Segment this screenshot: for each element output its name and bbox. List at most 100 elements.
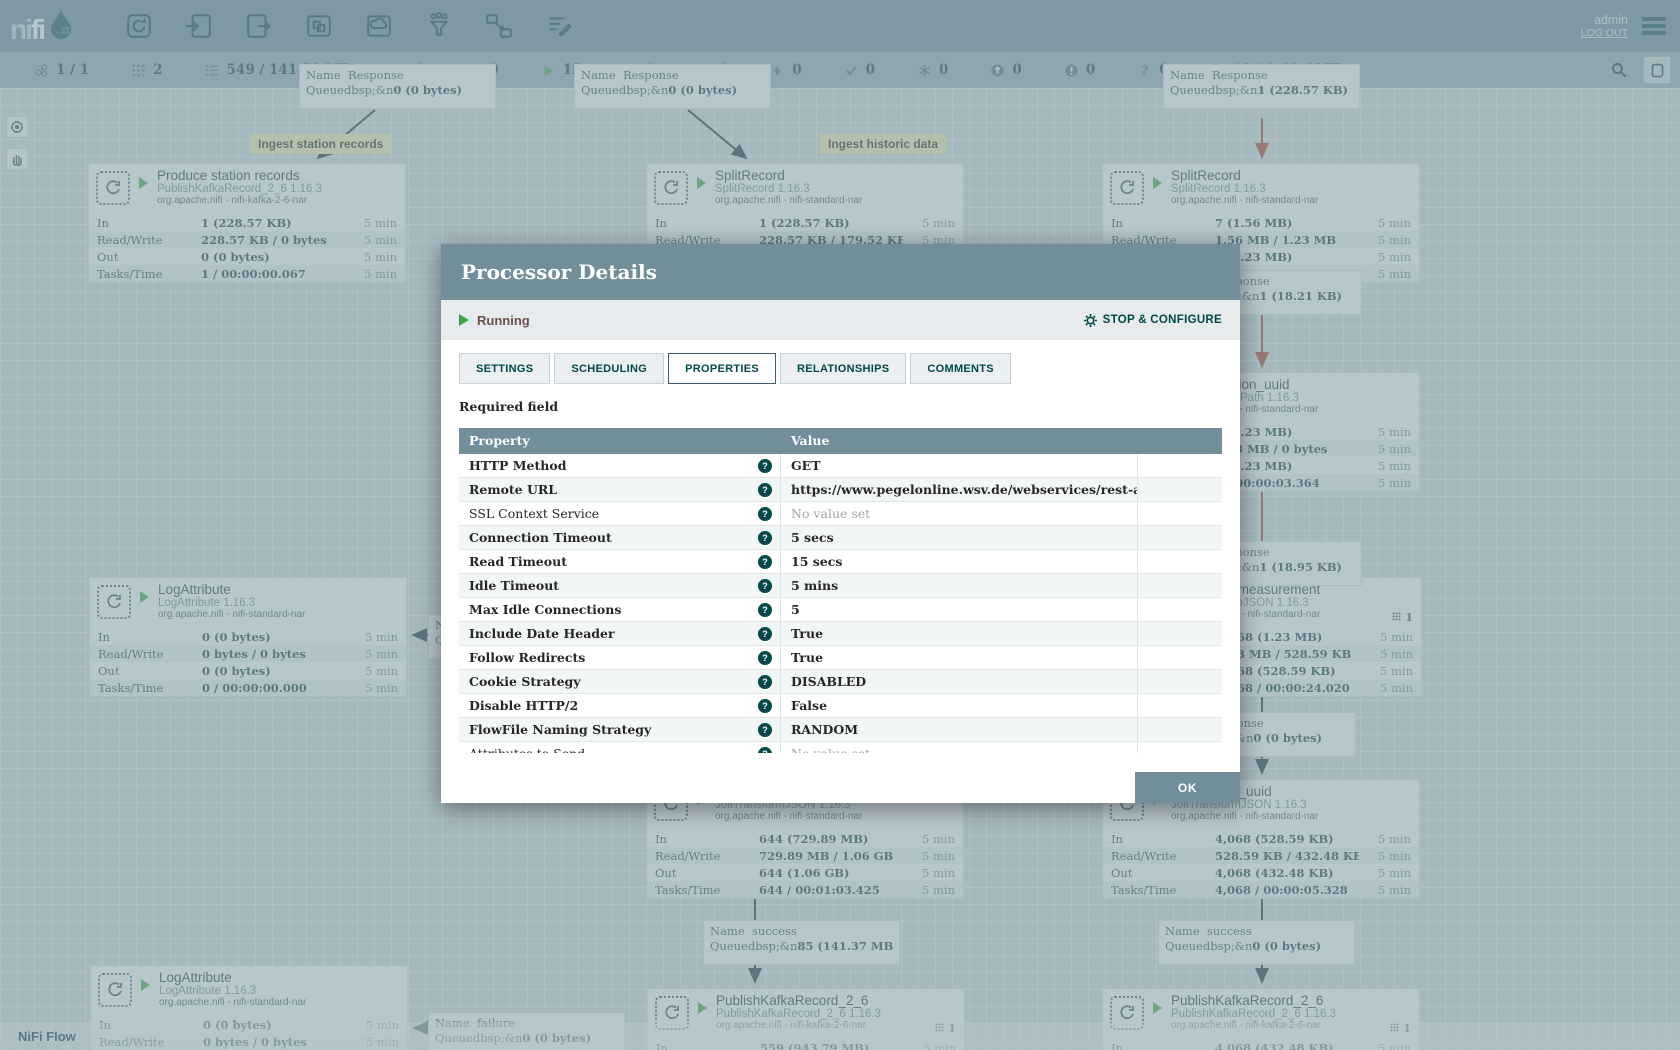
threads-icon xyxy=(131,63,146,78)
processor-run-status: Running xyxy=(477,313,530,328)
property-value: True xyxy=(781,622,1138,645)
connection-label-response[interactable]: Name ResponseQueuedbsp;&n1 (228.57 KB) xyxy=(1163,64,1360,109)
component-input-port-icon[interactable] xyxy=(182,11,216,41)
connection-line[interactable] xyxy=(688,110,746,158)
logout-link[interactable]: LOG OUT xyxy=(1581,27,1628,39)
processor-bundle: org.apache.nifi - nifi-standard-nar xyxy=(159,997,306,1008)
processor-name: Produce station records xyxy=(157,168,322,183)
canvas-label-ingest-historic-data[interactable]: Ingest historic data xyxy=(820,134,946,154)
running-icon xyxy=(139,177,148,189)
property-extra-cell xyxy=(1138,646,1222,669)
breadcrumb[interactable]: NiFi Flow xyxy=(18,1029,76,1044)
tab-comments[interactable]: COMMENTS xyxy=(910,353,1011,384)
processor-icon xyxy=(654,171,688,205)
processor-stat-row: Read/Write528.59 KB / 432.48 KB5 min xyxy=(1103,847,1419,864)
processor-stat-row: Read/Write729.89 MB / 1.06 GB5 min xyxy=(647,847,963,864)
property-value: 5 secs xyxy=(781,526,1138,549)
processor-bundle: org.apache.nifi - nifi-standard-nar xyxy=(715,195,862,206)
property-name: Follow Redirects xyxy=(469,650,585,665)
property-name: FlowFile Naming Strategy xyxy=(469,722,651,737)
help-icon[interactable]: ? xyxy=(758,483,772,497)
help-icon[interactable]: ? xyxy=(758,651,772,665)
tab-relationships[interactable]: RELATIONSHIPS xyxy=(780,353,906,384)
operate-palette-button[interactable] xyxy=(6,148,28,170)
component-template-icon[interactable] xyxy=(482,11,516,41)
ok-button[interactable]: OK xyxy=(1135,772,1240,803)
processor-stat-row: Tasks/Time4,068 / 00:00:05.3285 min xyxy=(1103,881,1419,898)
disabled-icon xyxy=(770,63,785,78)
property-name: Read Timeout xyxy=(469,554,567,569)
tab-scheduling[interactable]: SCHEDULING xyxy=(554,353,664,384)
help-icon[interactable]: ? xyxy=(758,747,772,754)
processor-type: SplitRecord 1.16.3 xyxy=(715,183,862,195)
help-icon[interactable]: ? xyxy=(758,699,772,713)
component-funnel-icon[interactable] xyxy=(422,11,456,41)
connection-label-success[interactable]: Name successQueuedbsp;&n85 (141.37 MB) xyxy=(703,920,900,965)
component-process-group-icon[interactable] xyxy=(302,11,336,41)
running-icon xyxy=(541,63,556,78)
component-remote-process-group-icon[interactable] xyxy=(362,11,396,41)
status-threads: 2 xyxy=(131,62,162,78)
processor-icon xyxy=(97,585,131,619)
property-row-follow-redirects: Follow Redirects? True xyxy=(459,646,1222,670)
processor-produce-station-records[interactable]: Produce station recordsPublishKafkaRecor… xyxy=(88,163,406,283)
property-extra-cell xyxy=(1138,670,1222,693)
connection-label-response[interactable]: Name ResponseQueuedbsp;&n0 (0 bytes) xyxy=(299,64,496,109)
property-extra-cell xyxy=(1138,502,1222,525)
status-locally-modified-stale: 0 xyxy=(1064,62,1095,78)
status-bar: 1 / 12549 / 141.71 MB00150000000?013:01:… xyxy=(0,52,1680,88)
property-value: True xyxy=(781,646,1138,669)
property-extra-cell xyxy=(1138,622,1222,645)
processor-stat-row: Tasks/Time1 / 00:00:00.0675 min xyxy=(89,265,405,282)
document-icon xyxy=(1651,63,1664,78)
property-extra-cell xyxy=(1138,526,1222,549)
processor-stat-row: Out644 (1.06 GB)5 min xyxy=(647,864,963,881)
processor-type: LogAttribute 1.16.3 xyxy=(159,985,306,997)
help-icon[interactable]: ? xyxy=(758,507,772,521)
connection-label-success[interactable]: Name successQueuedbsp;&n0 (0 bytes) xyxy=(1158,920,1355,965)
help-icon[interactable]: ? xyxy=(758,531,772,545)
help-icon[interactable]: ? xyxy=(758,579,772,593)
component-label-icon[interactable] xyxy=(542,11,576,41)
processor-logattribute[interactable]: LogAttributeLogAttribute 1.16.3org.apach… xyxy=(89,577,407,697)
component-output-port-icon[interactable] xyxy=(242,11,276,41)
property-value: RANDOM xyxy=(781,718,1138,741)
property-value: 15 secs xyxy=(781,550,1138,573)
dialog-title: Processor Details xyxy=(461,260,657,284)
processor-icon xyxy=(96,171,130,205)
property-extra-cell xyxy=(1138,694,1222,717)
nifi-drop-icon xyxy=(48,7,74,39)
processor-stat-row: Read/Write228.57 KB / 0 bytes5 min xyxy=(89,231,405,248)
tab-settings[interactable]: SETTINGS xyxy=(459,353,550,384)
tab-properties[interactable]: PROPERTIES xyxy=(668,353,776,384)
component-processor-icon[interactable] xyxy=(122,11,156,41)
search-icon xyxy=(1611,62,1627,78)
canvas-label-ingest-station-records[interactable]: Ingest station records xyxy=(250,134,391,154)
svg-text:?: ? xyxy=(1141,64,1149,78)
running-icon xyxy=(140,591,149,603)
help-icon[interactable]: ? xyxy=(758,603,772,617)
processor-bundle: org.apache.nifi - nifi-standard-nar xyxy=(715,811,862,822)
property-extra-cell xyxy=(1138,454,1222,477)
running-icon xyxy=(141,979,150,991)
property-row-attributes-to-send: Attributes to Send?No value set xyxy=(459,742,1222,753)
help-icon[interactable]: ? xyxy=(758,555,772,569)
property-extra-cell xyxy=(1138,478,1222,501)
help-icon[interactable]: ? xyxy=(758,459,772,473)
help-icon[interactable]: ? xyxy=(758,723,772,737)
status-stale: 0 xyxy=(990,62,1021,78)
stop-and-configure-button[interactable]: STOP & CONFIGURE xyxy=(1083,313,1222,328)
property-extra-cell xyxy=(1138,550,1222,573)
new-flow-version-button[interactable] xyxy=(1644,57,1670,83)
help-icon[interactable]: ? xyxy=(758,627,772,641)
cluster-icon xyxy=(34,63,49,78)
processor-stat-row: In7 (1.56 MB)5 min xyxy=(1103,214,1419,231)
global-menu-icon[interactable] xyxy=(1642,14,1666,38)
processor-type: PublishKafkaRecord_2_6 1.16.3 xyxy=(157,183,322,195)
help-icon[interactable]: ? xyxy=(758,675,772,689)
search-button[interactable] xyxy=(1606,57,1632,83)
connection-label-response[interactable]: Name ResponseQueuedbsp;&n0 (0 bytes) xyxy=(574,64,771,109)
property-row-cookie-strategy: Cookie Strategy?DISABLED xyxy=(459,670,1222,694)
property-extra-cell xyxy=(1138,718,1222,741)
navigate-palette-button[interactable] xyxy=(6,116,28,138)
